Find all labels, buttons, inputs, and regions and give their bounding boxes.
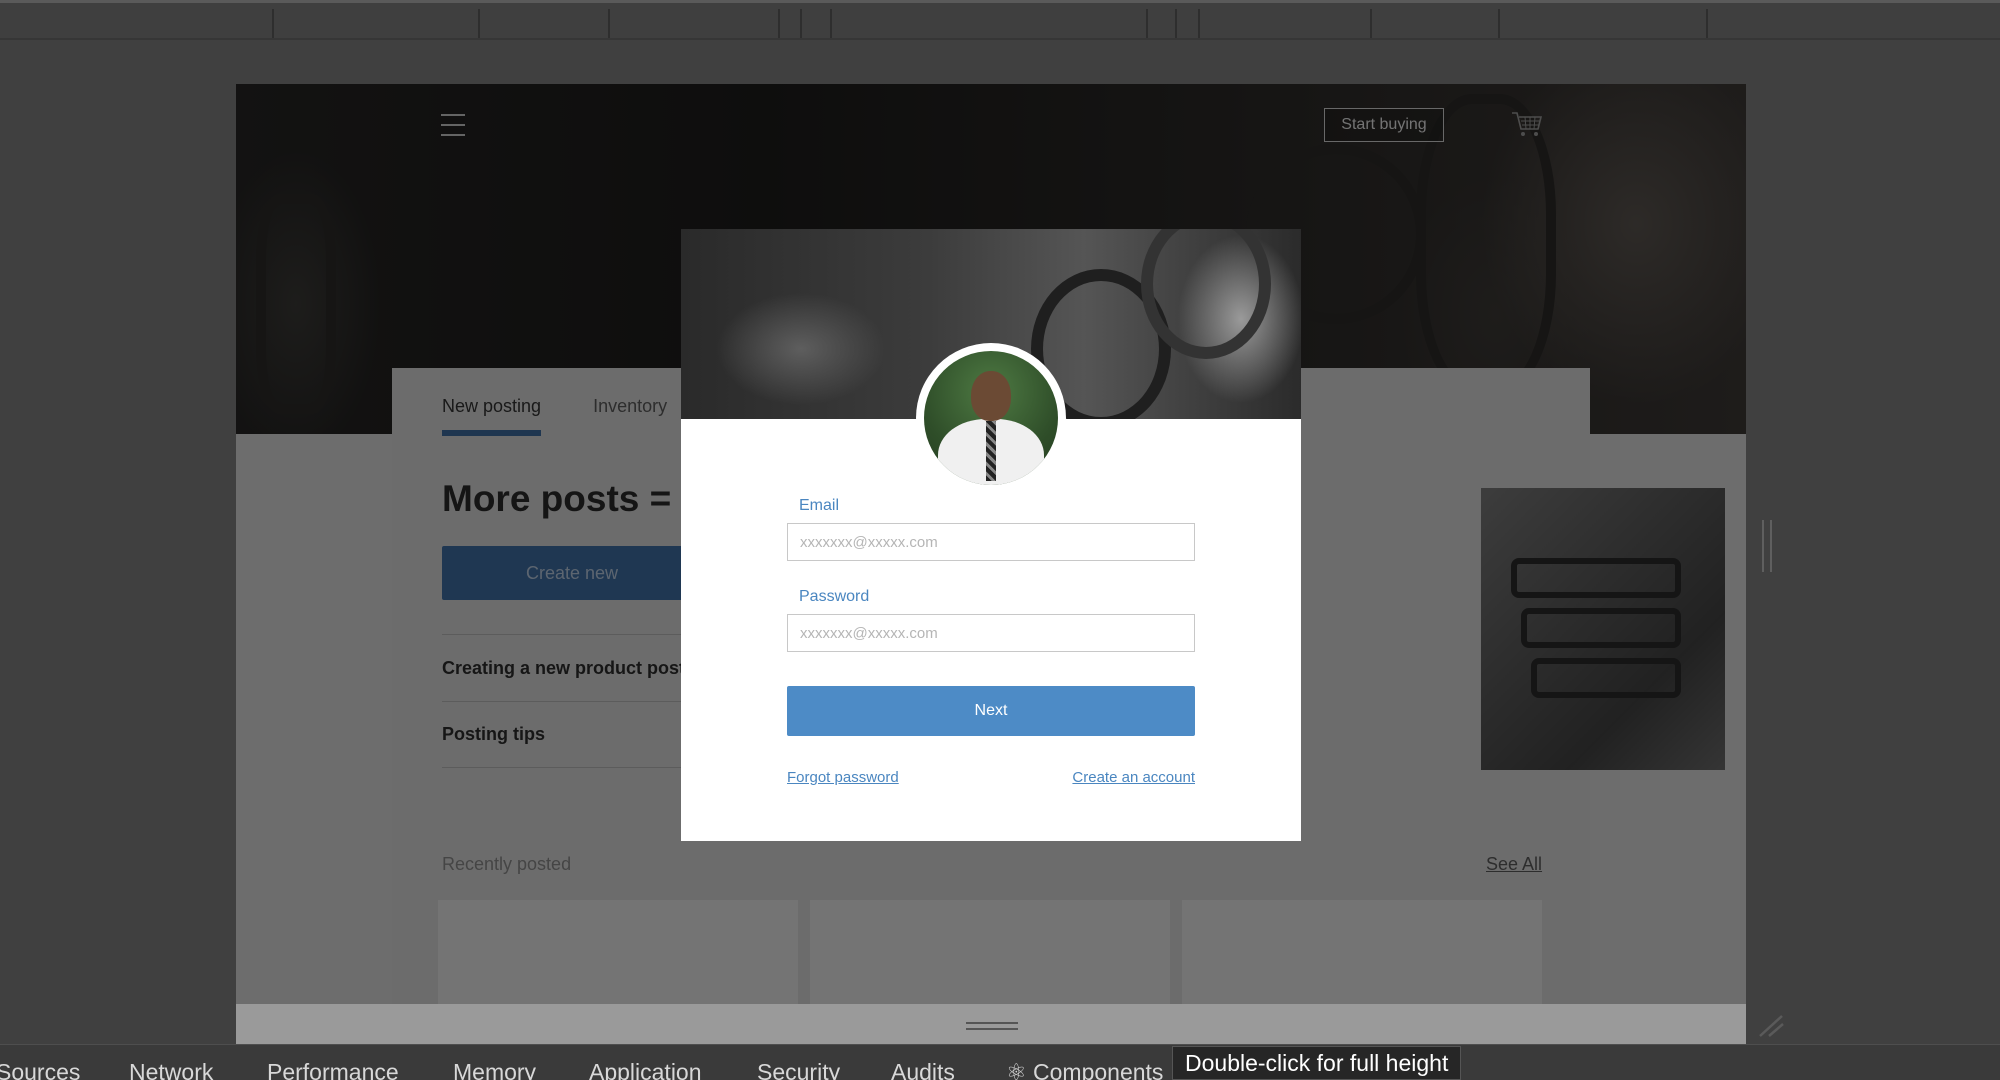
devtools-tab-network[interactable]: Network: [129, 1059, 213, 1080]
devtools-tab-components[interactable]: ⚛ Components: [1006, 1059, 1163, 1080]
resize-tooltip: Double-click for full height: [1172, 1046, 1462, 1080]
create-account-link[interactable]: Create an account: [1072, 769, 1195, 786]
avatar: [916, 343, 1066, 493]
forgot-password-link[interactable]: Forgot password: [787, 769, 899, 786]
devtools-tab-performance[interactable]: Performance: [267, 1059, 399, 1080]
resize-corner-icon[interactable]: [1756, 1012, 1786, 1038]
login-modal: Email Password Next Forgot password Crea…: [681, 229, 1301, 841]
password-field[interactable]: [787, 614, 1195, 652]
password-label: Password: [799, 588, 870, 605]
email-field[interactable]: [787, 523, 1195, 561]
devtools-tab-application[interactable]: Application: [589, 1059, 702, 1080]
email-label: Email: [799, 497, 840, 514]
side-resize-handle[interactable]: [1762, 520, 1772, 572]
devtools-tab-memory[interactable]: Memory: [453, 1059, 536, 1080]
devtools-tab-security[interactable]: Security: [757, 1059, 840, 1080]
top-ruler: [0, 0, 2000, 40]
drawer-handle-icon[interactable]: [966, 1022, 1018, 1030]
devtools-tab-sources[interactable]: Sources: [0, 1059, 80, 1080]
devtools-tab-bar: Sources Network Performance Memory Appli…: [0, 1044, 2000, 1080]
devtools-tab-audits[interactable]: Audits: [891, 1059, 955, 1080]
next-button[interactable]: Next: [787, 686, 1195, 736]
